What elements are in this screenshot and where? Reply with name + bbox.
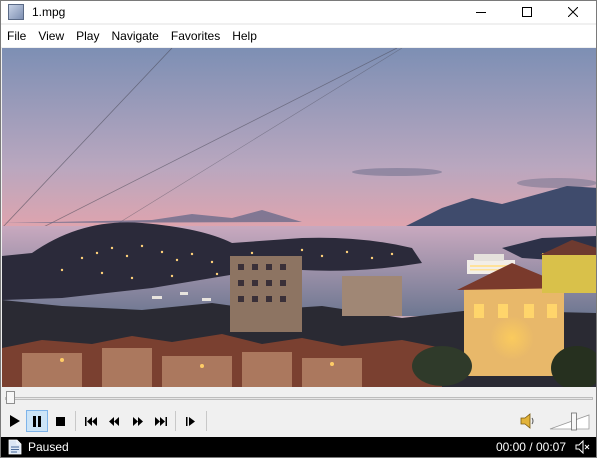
skip-forward-icon: [154, 416, 167, 426]
skip-forward-button[interactable]: [149, 410, 171, 432]
volume-slider-graphic: [549, 412, 590, 431]
time-display: 00:00 / 00:07: [495, 440, 566, 454]
volume-slider[interactable]: [549, 411, 591, 431]
pause-icon: [33, 415, 41, 427]
volume-button[interactable]: [519, 412, 537, 430]
player-window: 1.mpg File View Play Navigate Favorites …: [0, 0, 597, 458]
maximize-icon: [522, 7, 532, 17]
frame-step-button[interactable]: [180, 410, 202, 432]
seek-bar[interactable]: [2, 388, 596, 406]
minimize-icon: [476, 12, 486, 13]
menu-help[interactable]: Help: [226, 26, 263, 46]
skip-back-button[interactable]: [80, 410, 102, 432]
close-icon: [568, 7, 578, 17]
close-button[interactable]: [550, 1, 596, 23]
window-title: 1.mpg: [32, 5, 66, 19]
menu-play[interactable]: Play: [70, 26, 105, 46]
document-icon: [8, 439, 22, 455]
mute-icon[interactable]: [575, 440, 591, 454]
playback-status: Paused: [28, 440, 69, 454]
pause-button[interactable]: [26, 410, 48, 432]
volume-thumb[interactable]: [570, 412, 577, 431]
menu-bar: File View Play Navigate Favorites Help: [1, 25, 596, 47]
menu-file[interactable]: File: [1, 26, 32, 46]
play-button[interactable]: [4, 410, 26, 432]
title-bar[interactable]: 1.mpg: [1, 1, 596, 23]
fast-forward-icon: [132, 416, 143, 426]
stop-button[interactable]: [49, 410, 71, 432]
seek-track[interactable]: [5, 397, 593, 400]
stop-icon: [55, 416, 65, 426]
sunset-city-harbor-image: [2, 48, 596, 387]
menu-view[interactable]: View: [32, 26, 70, 46]
rewind-button[interactable]: [103, 410, 125, 432]
separator: [75, 411, 76, 431]
menu-favorites[interactable]: Favorites: [165, 26, 226, 46]
play-icon: [10, 415, 20, 427]
window-controls: [458, 1, 596, 23]
fast-forward-button[interactable]: [126, 410, 148, 432]
app-icon[interactable]: [8, 4, 24, 20]
frame-step-icon: [186, 416, 195, 426]
separator: [175, 411, 176, 431]
menu-navigate[interactable]: Navigate: [105, 26, 164, 46]
video-frame[interactable]: [2, 48, 596, 387]
seek-thumb[interactable]: [6, 391, 15, 404]
skip-back-icon: [84, 416, 97, 426]
status-bar: Paused 00:00 / 00:07: [1, 437, 596, 457]
transport-controls: [2, 407, 596, 435]
minimize-button[interactable]: [458, 1, 504, 23]
rewind-icon: [108, 416, 119, 426]
maximize-button[interactable]: [504, 1, 550, 23]
separator: [206, 411, 207, 431]
speaker-icon: [520, 413, 534, 429]
